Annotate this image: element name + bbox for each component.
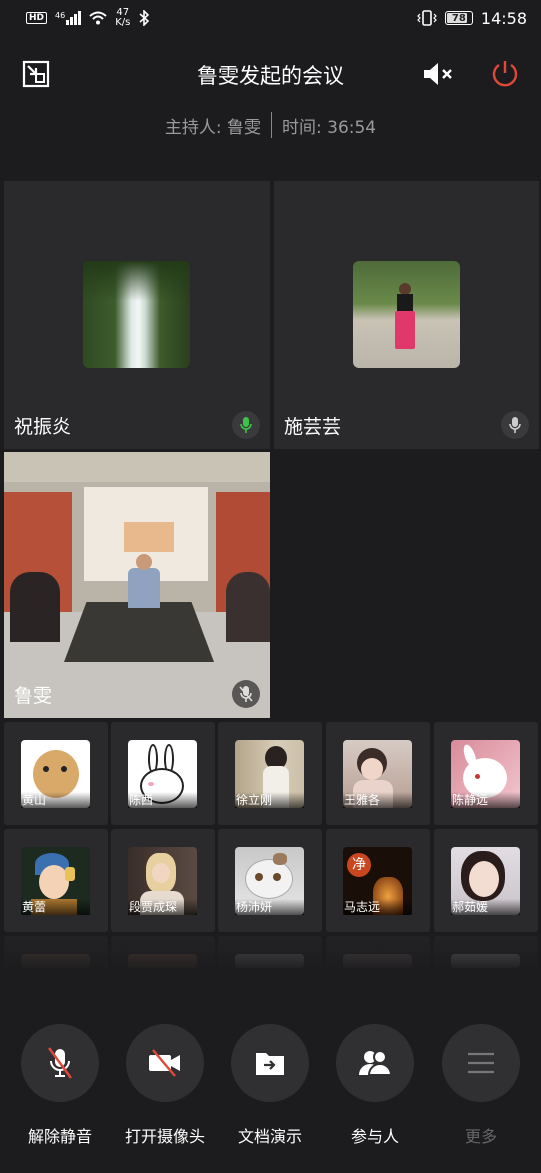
vibrate-icon: [417, 10, 437, 26]
participant-name: 王雅各: [343, 792, 412, 808]
avatar-garden-walk: [353, 261, 460, 368]
meeting-title: 鲁雯发起的会议: [197, 64, 344, 88]
participant-tile[interactable]: 陈西: [111, 722, 215, 825]
microphone-muted-icon: [232, 680, 260, 708]
participant-name: 陈静远: [451, 792, 520, 808]
hd-badge: HD: [26, 12, 48, 24]
participants-icon: [359, 1050, 393, 1076]
participant-name: 杨沛妍: [235, 899, 304, 915]
microphone-icon: [501, 411, 529, 439]
participant-name: 徐立刚: [235, 792, 304, 808]
video-tile-1[interactable]: 祝振炎: [4, 181, 270, 449]
bluetooth-icon: [139, 10, 150, 26]
meeting-meta: 主持人: 鲁雯 时间: 36:54: [0, 112, 541, 138]
avatar-badge: 净: [347, 853, 371, 877]
camera-button[interactable]: [126, 1024, 204, 1102]
participant-tile[interactable]: 徐立刚: [218, 722, 322, 825]
participant-name: 马志远: [343, 899, 412, 915]
camera-label: 打开摄像头: [124, 1127, 205, 1146]
participant-name: 祝振炎: [14, 416, 72, 438]
speed-unit: K/s: [115, 17, 131, 28]
unmute-label: 解除静音: [27, 1127, 92, 1146]
more-label: 更多: [464, 1127, 497, 1146]
participants-button[interactable]: [336, 1024, 414, 1102]
control-bar: 解除静音 打开摄像头 文档演示 参与人 更多: [0, 972, 541, 1173]
menu-icon: [468, 1052, 494, 1074]
participant-name: 施芸芸: [284, 416, 342, 438]
participant-name: 郝茹媛: [451, 899, 520, 915]
meeting-header: 鲁雯发起的会议: [0, 48, 541, 100]
participants-label: 参与人: [350, 1127, 399, 1146]
meeting-time: 时间: 36:54: [282, 117, 377, 138]
battery-level: 78: [451, 12, 466, 24]
document-share-label: 文档演示: [237, 1127, 302, 1146]
microphone-muted-icon: [48, 1047, 72, 1079]
document-share-button[interactable]: [231, 1024, 309, 1102]
status-bar: HD 46 47 K/s 78 14:58: [0, 0, 541, 36]
camera-off-icon: [149, 1049, 180, 1077]
participant-name: 陈西: [128, 792, 197, 808]
video-tile-2[interactable]: 施芸芸: [274, 181, 539, 449]
host-label: 主持人: 鲁雯: [164, 117, 261, 138]
signal-label: 46: [55, 11, 66, 20]
mic-active-icon: [232, 411, 260, 439]
network-speed: 47 K/s: [115, 8, 130, 28]
participant-name: 黄蕾: [21, 899, 90, 915]
clock: 14:58: [480, 8, 527, 28]
video-tile-3[interactable]: 鲁雯: [4, 452, 270, 718]
speaker-mute-icon[interactable]: [422, 61, 456, 87]
divider: [271, 112, 272, 138]
battery-icon: 78: [444, 11, 473, 25]
document-share-icon: [256, 1053, 284, 1075]
signal-icon: 46: [55, 11, 82, 25]
participant-tile[interactable]: 王雅各: [326, 722, 430, 825]
wifi-icon: [89, 11, 107, 25]
participant-name: 段贾成琛: [128, 899, 197, 915]
participant-tile[interactable]: 净 马志远: [326, 829, 430, 932]
avatar-waterfall: [83, 261, 190, 368]
participant-tile[interactable]: 陈静远: [434, 722, 538, 825]
participant-tile[interactable]: 段贾成琛: [111, 829, 215, 932]
participant-name: 黄山: [21, 792, 90, 808]
participant-tile[interactable]: 杨沛妍: [218, 829, 322, 932]
participant-tile[interactable]: 郝茹媛: [434, 829, 538, 932]
meeting-room-video: [4, 452, 270, 718]
scroll-fade: [0, 932, 541, 972]
power-icon[interactable]: [490, 58, 520, 88]
more-button[interactable]: [442, 1024, 520, 1102]
participant-tile[interactable]: 黄山: [4, 722, 108, 825]
participant-tile[interactable]: 黄蕾: [4, 829, 108, 932]
unmute-button[interactable]: [21, 1024, 99, 1102]
participant-name: 鲁雯: [14, 685, 53, 707]
